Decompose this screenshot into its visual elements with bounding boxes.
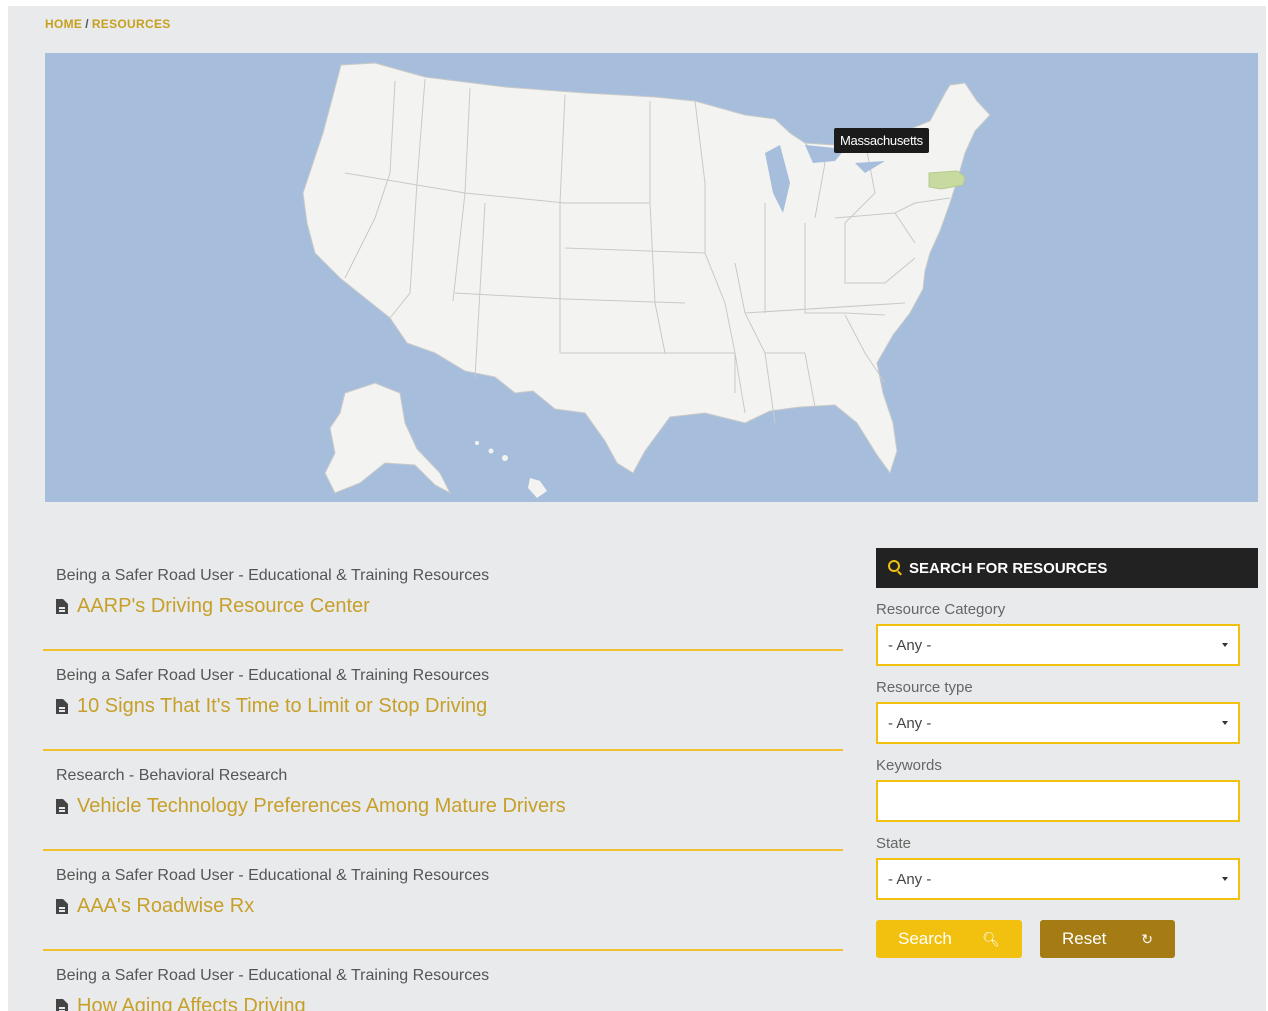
document-icon	[56, 999, 68, 1011]
breadcrumb-current[interactable]: RESOURCES	[92, 17, 171, 31]
breadcrumb-separator: /	[85, 17, 89, 31]
resource-category-value: - Any -	[888, 636, 932, 654]
breadcrumb: HOME / RESOURCES	[45, 17, 171, 31]
state-value: - Any -	[888, 870, 932, 888]
search-heading: SEARCH FOR RESOURCES	[876, 548, 1258, 588]
result-title-row: AAA's Roadwise Rx	[56, 895, 254, 918]
document-icon	[56, 799, 68, 814]
reset-button-label: Reset	[1062, 929, 1107, 948]
hawaii-shape[interactable]	[475, 441, 547, 498]
result-title-link[interactable]: Vehicle Technology Preferences Among Mat…	[77, 795, 566, 818]
result-category: Being a Safer Road User - Educational & …	[56, 567, 490, 584]
state-label: State	[876, 835, 912, 852]
resource-type-value: - Any -	[888, 714, 932, 732]
result-title-row: 10 Signs That It's Time to Limit or Stop…	[56, 695, 487, 718]
chevron-down-icon	[1222, 877, 1228, 881]
list-item: Being a Safer Road User - Educational & …	[43, 951, 843, 1011]
page: HOME / RESOURCES Massachusetts Being a S…	[8, 6, 1266, 1011]
list-item: Being a Safer Road User - Educational & …	[43, 551, 843, 651]
search-heading-text: SEARCH FOR RESOURCES	[909, 559, 1108, 577]
result-title-row: AARP's Driving Resource Center	[56, 595, 370, 618]
result-title-link[interactable]: How Aging Affects Driving	[77, 995, 306, 1011]
resource-type-label: Resource type	[876, 679, 973, 696]
list-item: Being a Safer Road User - Educational & …	[43, 651, 843, 751]
breadcrumb-home-link[interactable]: HOME	[45, 17, 82, 31]
chevron-down-icon	[1222, 721, 1228, 725]
form-buttons: Search 🔍︎ Reset ↻	[876, 920, 1258, 958]
massachusetts-state[interactable]	[928, 170, 966, 190]
us-map[interactable]: Massachusetts	[45, 53, 1258, 502]
search-icon: 🔍︎	[982, 930, 1000, 947]
result-category: Being a Safer Road User - Educational & …	[56, 967, 490, 984]
us-map-graphic[interactable]	[45, 53, 1258, 502]
state-select[interactable]: - Any -	[876, 858, 1240, 900]
contiguous-us-shape[interactable]	[302, 62, 991, 475]
result-category: Research - Behavioral Research	[56, 767, 288, 784]
document-icon	[56, 699, 68, 714]
list-item: Research - Behavioral Research Vehicle T…	[43, 751, 843, 851]
result-title-link[interactable]: 10 Signs That It's Time to Limit or Stop…	[77, 695, 487, 718]
result-title-link[interactable]: AAA's Roadwise Rx	[77, 895, 254, 918]
result-category: Being a Safer Road User - Educational & …	[56, 867, 490, 884]
keywords-input[interactable]	[876, 780, 1240, 822]
refresh-icon: ↻	[1141, 930, 1153, 947]
search-button[interactable]: Search 🔍︎	[876, 920, 1022, 958]
search-sidebar: SEARCH FOR RESOURCES Resource Category -…	[876, 548, 1258, 958]
resource-type-select[interactable]: - Any -	[876, 702, 1240, 744]
map-tooltip: Massachusetts	[834, 128, 929, 153]
alaska-shape[interactable]	[324, 382, 452, 495]
resource-category-label: Resource Category	[876, 601, 1006, 618]
result-title-link[interactable]: AARP's Driving Resource Center	[77, 595, 370, 618]
chevron-down-icon	[1222, 643, 1228, 647]
results-list: Being a Safer Road User - Educational & …	[43, 551, 843, 1011]
search-button-label: Search	[898, 929, 952, 948]
list-item: Being a Safer Road User - Educational & …	[43, 851, 843, 951]
document-icon	[56, 899, 68, 914]
result-category: Being a Safer Road User - Educational & …	[56, 667, 490, 684]
document-icon	[56, 599, 68, 614]
result-title-row: Vehicle Technology Preferences Among Mat…	[56, 795, 566, 818]
keywords-label: Keywords	[876, 757, 942, 774]
search-icon	[888, 560, 900, 572]
result-title-row: How Aging Affects Driving	[56, 995, 306, 1011]
resource-category-select[interactable]: - Any -	[876, 624, 1240, 666]
reset-button[interactable]: Reset ↻	[1040, 920, 1175, 958]
